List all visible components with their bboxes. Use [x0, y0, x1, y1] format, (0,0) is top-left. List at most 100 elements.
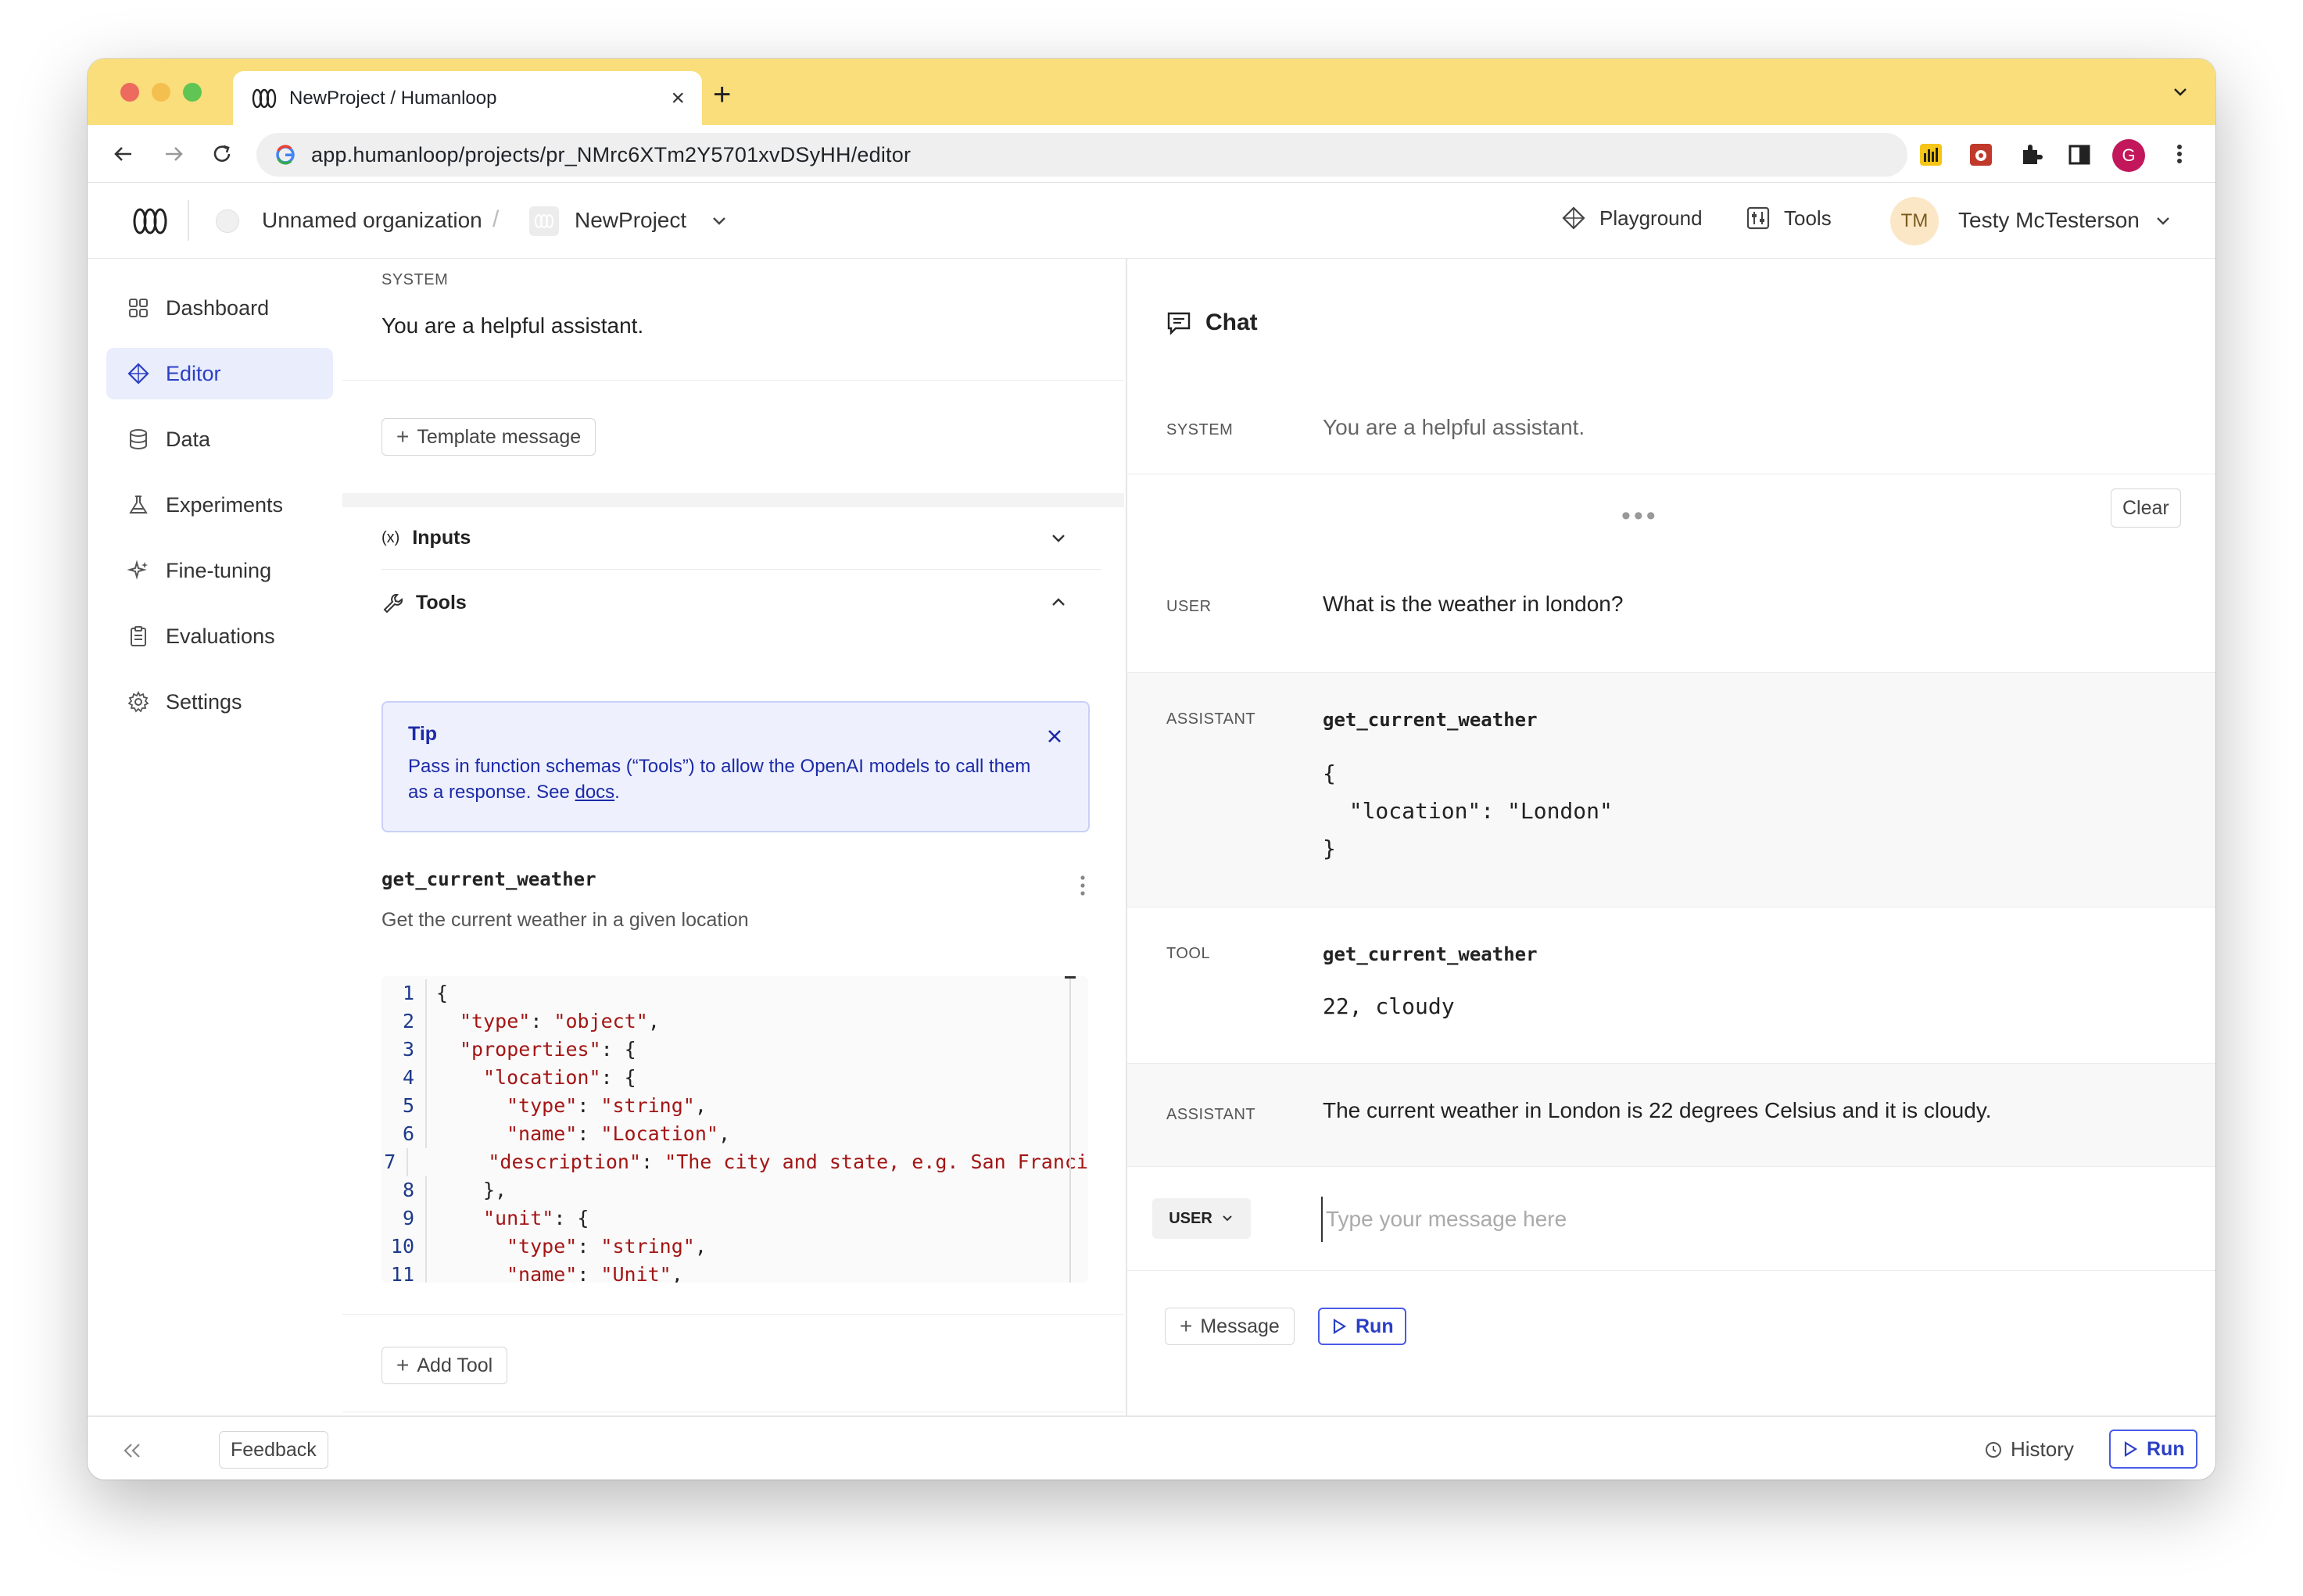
- playground-link[interactable]: Playground: [1560, 205, 1703, 231]
- browser-tab[interactable]: NewProject / Humanloop ×: [233, 71, 702, 125]
- chat-bubble-icon: [1167, 312, 1191, 335]
- collapse-sidebar-icon[interactable]: [119, 1437, 145, 1464]
- tools-label: Tools: [416, 591, 467, 614]
- project-chevron-down-icon[interactable]: [707, 209, 731, 233]
- sidebar-item-dashboard[interactable]: Dashboard: [106, 282, 333, 334]
- project-name[interactable]: NewProject: [575, 208, 686, 233]
- sidebar-item-data[interactable]: Data: [106, 413, 333, 465]
- chat-message-user: USER What is the weather in london?: [1127, 548, 2215, 673]
- project-icon: [529, 206, 559, 236]
- tip-title: Tip: [408, 723, 438, 745]
- browser-tab-bar: NewProject / Humanloop × +: [88, 59, 2215, 125]
- sidebar-item-label: Editor: [166, 361, 221, 385]
- add-message-button[interactable]: + Message: [1165, 1308, 1295, 1345]
- sidebar-item-settings[interactable]: Settings: [106, 676, 333, 728]
- role-select-dropdown[interactable]: USER: [1152, 1198, 1251, 1239]
- grid-icon: [129, 299, 148, 317]
- sidebar-item-evaluations[interactable]: Evaluations: [106, 610, 333, 662]
- code-line: 11 "name": "Unit",: [381, 1261, 1088, 1283]
- clipboard-icon: [131, 626, 146, 646]
- message-text[interactable]: What is the weather in london?: [1323, 592, 1623, 617]
- code-line: 7 "description": "The city and state, e.g…: [381, 1148, 1088, 1176]
- plus-icon: +: [396, 424, 410, 449]
- sidebar-item-fine-tuning[interactable]: Fine-tuning: [106, 545, 333, 596]
- line-number: 1: [402, 982, 414, 1004]
- sidebar-item-label: Dashboard: [166, 295, 270, 320]
- divider: [1127, 1270, 2215, 1271]
- add-tool-button[interactable]: + Add Tool: [381, 1347, 508, 1384]
- line-number: 6: [402, 1122, 414, 1145]
- chat-run-button[interactable]: Run: [1318, 1308, 1406, 1345]
- footer-run-button[interactable]: Run: [2109, 1430, 2197, 1469]
- close-tab-icon[interactable]: ×: [671, 85, 685, 112]
- line-number: 4: [402, 1066, 414, 1089]
- organization-name[interactable]: Unnamed organization: [262, 208, 482, 233]
- bug-extension-icon[interactable]: [1967, 141, 1995, 169]
- new-tab-button[interactable]: +: [713, 79, 731, 110]
- maximize-window-button[interactable]: [183, 83, 202, 102]
- analytics-extension-icon[interactable]: [1917, 141, 1945, 169]
- chat-message-tool: TOOL get_current_weather 22, cloudy: [1127, 907, 2215, 1064]
- tools-section-header[interactable]: Tools: [381, 571, 1101, 634]
- forward-arrow-icon[interactable]: [159, 140, 188, 168]
- sidebar-item-editor[interactable]: Editor: [106, 348, 333, 399]
- code-line: 1{: [381, 979, 1088, 1007]
- code-text: "unit": {: [425, 1204, 589, 1233]
- message-text: You are a helpful assistant.: [1323, 415, 1585, 439]
- more-horizontal-icon[interactable]: •••: [1621, 501, 1659, 531]
- template-message-button[interactable]: + Template message: [381, 418, 596, 456]
- sidebar-item-label: Experiments: [166, 492, 284, 517]
- system-message-text[interactable]: You are a helpful assistant.: [381, 313, 643, 338]
- user-chevron-down-icon[interactable]: [2151, 209, 2175, 233]
- puzzle-extensions-icon[interactable]: [2017, 141, 2045, 169]
- inputs-section-header[interactable]: (x) Inputs: [381, 507, 1101, 570]
- user-name[interactable]: Testy McTesterson: [1958, 208, 2140, 233]
- close-window-button[interactable]: [120, 83, 139, 102]
- message-input[interactable]: [1321, 1197, 2181, 1242]
- sidebar-item-experiments[interactable]: Experiments: [106, 479, 333, 531]
- message-text: The current weather in London is 22 degr…: [1323, 1098, 1992, 1122]
- code-scrollbar[interactable]: [1069, 976, 1071, 1283]
- add-message-label: Message: [1200, 1315, 1280, 1337]
- sparkles-icon: [127, 560, 148, 580]
- plus-icon: +: [396, 1353, 410, 1377]
- code-text: "properties": {: [425, 1036, 636, 1064]
- code-line: 2 "type": "object",: [381, 1007, 1088, 1036]
- close-icon[interactable]: [1043, 725, 1066, 748]
- user-avatar[interactable]: TM: [1890, 197, 1939, 245]
- tab-search-chevron-icon[interactable]: [2169, 81, 2192, 104]
- history-button[interactable]: History: [1984, 1437, 2074, 1462]
- sidebar-item-label: Data: [166, 427, 211, 451]
- humanloop-logo-icon: [252, 88, 277, 108]
- side-panel-icon[interactable]: [2065, 141, 2093, 169]
- run-label: Run: [2147, 1437, 2185, 1460]
- chevron-up-icon: [1052, 598, 1065, 606]
- json-schema-editor[interactable]: 1{2 "type": "object", 3 "properties": {4 "lo…: [381, 976, 1088, 1283]
- tools-sliders-icon: [1746, 206, 1770, 230]
- code-text: "name": "Unit",: [425, 1261, 683, 1283]
- feedback-button[interactable]: Feedback: [219, 1431, 328, 1469]
- docs-link[interactable]: docs: [575, 782, 614, 803]
- code-scrollbar-thumb[interactable]: [1065, 976, 1076, 979]
- code-line: 9 "unit": {: [381, 1204, 1088, 1233]
- minimize-window-button[interactable]: [152, 83, 170, 102]
- feedback-label: Feedback: [231, 1438, 317, 1461]
- chat-header: Chat: [1165, 309, 1258, 337]
- tool-function-name: get_current_weather: [1323, 943, 1538, 965]
- history-label: History: [2011, 1437, 2074, 1461]
- browser-menu-icon[interactable]: [2165, 140, 2194, 168]
- tools-link[interactable]: Tools: [1745, 205, 1832, 231]
- system-role-label: SYSTEM: [381, 271, 449, 288]
- sidebar-item-label: Evaluations: [166, 624, 275, 648]
- profile-avatar[interactable]: G: [2112, 139, 2145, 172]
- clear-button[interactable]: Clear: [2111, 488, 2181, 528]
- back-arrow-icon[interactable]: [109, 140, 138, 168]
- code-text: {: [425, 979, 448, 1007]
- reload-icon[interactable]: [208, 140, 236, 168]
- humanloop-logo-icon[interactable]: [131, 206, 169, 236]
- address-bar[interactable]: app.humanloop/projects/pr_NMrc6XTm2Y5701…: [256, 133, 1907, 177]
- breadcrumb-separator: /: [492, 206, 500, 232]
- code-line: 6 "name": "Location",: [381, 1120, 1088, 1148]
- more-vertical-icon[interactable]: [1071, 871, 1094, 900]
- line-number: 7: [384, 1150, 396, 1173]
